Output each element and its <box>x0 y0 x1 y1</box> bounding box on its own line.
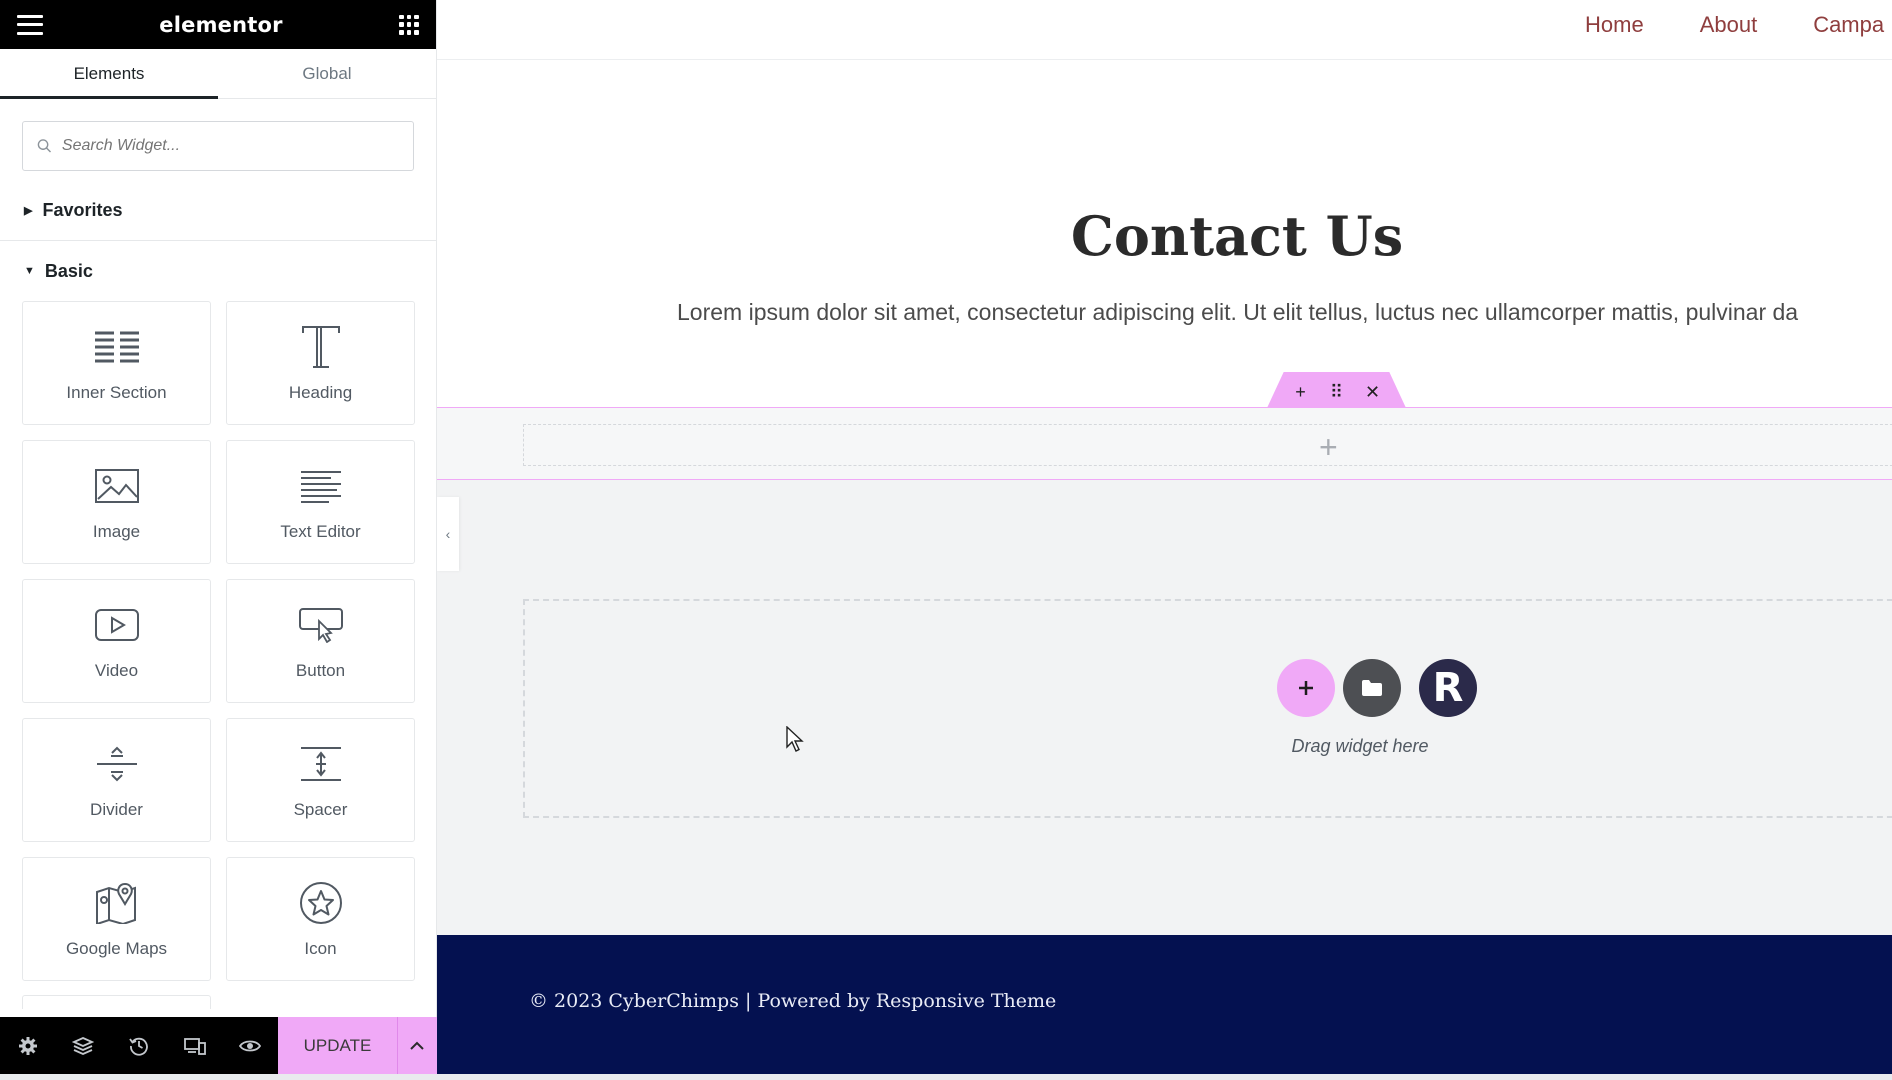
widget-google-maps[interactable]: Google Maps <box>22 857 211 981</box>
widget-icon[interactable]: Icon <box>226 857 415 981</box>
add-widget-plus-icon[interactable]: + <box>1319 429 1338 466</box>
widget-label: Inner Section <box>66 383 167 402</box>
mouse-cursor-icon <box>786 726 804 752</box>
widget-label: Spacer <box>293 800 348 819</box>
folder-icon <box>1362 680 1382 696</box>
update-options-button[interactable] <box>396 1017 437 1074</box>
collapse-panel-button[interactable]: ‹ <box>437 497 459 571</box>
footer-copyright: © 2023 CyberChimps | Powered by Responsi… <box>529 990 1057 1012</box>
widget-label: Icon <box>304 939 337 958</box>
tab-global[interactable]: Global <box>218 49 436 98</box>
drop-zone-buttons: R <box>1277 659 1477 717</box>
widget-divider[interactable]: Divider <box>22 718 211 842</box>
elementor-panel: elementor Elements Global ▶ Favorites ▼ … <box>0 0 437 1080</box>
text-editor-icon <box>297 462 345 510</box>
caret-right-icon: ▶ <box>24 205 33 217</box>
elementor-logo: elementor <box>159 12 283 37</box>
preview-canvas: Home About Campa Contact Us Lorem ipsum … <box>437 0 1892 1074</box>
widget-label: Text Editor <box>280 522 361 541</box>
widget-label: Image <box>92 522 141 541</box>
divider-icon <box>93 740 141 788</box>
widget-button[interactable]: Button <box>226 579 415 703</box>
chevron-up-icon <box>410 1041 425 1050</box>
chevron-left-icon: ‹ <box>445 526 451 542</box>
bottom-strip <box>0 1074 1892 1080</box>
widget-grid: Inner Section Heading Image Text Editor <box>0 301 436 981</box>
search-icon <box>37 139 52 153</box>
add-section-icon[interactable]: + <box>1290 383 1312 401</box>
responsive-addons-button[interactable]: R <box>1419 659 1477 717</box>
site-header: Home About Campa <box>437 0 1892 60</box>
widget-image[interactable]: Image <box>22 440 211 564</box>
search-widget-input[interactable] <box>61 137 399 155</box>
nav-link-campaign[interactable]: Campa <box>1813 12 1884 38</box>
section-handle: + ⠿ ✕ <box>1267 372 1406 408</box>
drop-zone-text: Drag widget here <box>1291 736 1429 756</box>
drop-zone[interactable]: R Drag widget here <box>523 599 1892 818</box>
drag-handle-icon[interactable]: ⠿ <box>1326 383 1348 401</box>
nav-link-home[interactable]: Home <box>1585 12 1644 38</box>
preview-eye-icon[interactable] <box>222 1017 278 1074</box>
category-basic-label: Basic <box>44 260 93 281</box>
empty-section[interactable]: + <box>437 407 1892 480</box>
widget-partial <box>22 995 211 1009</box>
history-icon[interactable] <box>111 1017 167 1074</box>
menu-hamburger-icon[interactable] <box>17 14 43 35</box>
navigator-layers-icon[interactable] <box>56 1017 112 1074</box>
responsive-mode-icon[interactable] <box>167 1017 223 1074</box>
site-nav: Home About Campa <box>1585 12 1884 38</box>
widgets-grid-icon[interactable] <box>398 14 419 35</box>
image-icon <box>93 462 141 510</box>
widget-video[interactable]: Video <box>22 579 211 703</box>
update-button[interactable]: UPDATE <box>277 1017 397 1074</box>
add-template-button[interactable] <box>1343 659 1401 717</box>
panel-footer: UPDATE <box>0 1017 437 1074</box>
search-widget-box <box>22 121 414 171</box>
heading-icon <box>297 323 345 371</box>
empty-column[interactable]: + <box>523 424 1892 466</box>
inner-section-icon <box>93 323 141 371</box>
button-icon <box>297 601 345 649</box>
widget-heading[interactable]: Heading <box>226 301 415 425</box>
widget-spacer[interactable]: Spacer <box>226 718 415 842</box>
panel-header: elementor <box>0 0 436 49</box>
tab-elements[interactable]: Elements <box>0 49 218 99</box>
category-favorites-label: Favorites <box>42 200 123 220</box>
video-icon <box>93 601 141 649</box>
page-title: Contact Us <box>1070 204 1404 268</box>
widget-label: Video <box>94 661 139 680</box>
panel-tabs: Elements Global <box>0 49 436 99</box>
widget-label: Button <box>295 661 346 680</box>
plus-icon <box>1299 681 1313 695</box>
star-icon <box>297 879 345 927</box>
close-icon[interactable]: ✕ <box>1362 383 1384 401</box>
intro-paragraph: Lorem ipsum dolor sit amet, consectetur … <box>677 299 1799 325</box>
widget-label: Google Maps <box>65 939 168 958</box>
widget-label: Heading <box>288 383 353 402</box>
nav-link-about[interactable]: About <box>1700 12 1758 38</box>
widget-text-editor[interactable]: Text Editor <box>226 440 415 564</box>
site-footer: © 2023 CyberChimps | Powered by Responsi… <box>437 935 1892 1074</box>
settings-icon[interactable] <box>0 1017 56 1074</box>
spacer-icon <box>297 740 345 788</box>
google-maps-icon <box>93 879 141 927</box>
contact-section[interactable]: Contact Us Lorem ipsum dolor sit amet, c… <box>437 60 1892 407</box>
category-favorites[interactable]: ▶ Favorites <box>0 181 436 241</box>
widget-label: Divider <box>90 800 143 819</box>
caret-down-icon: ▼ <box>24 265 35 277</box>
add-new-section-button[interactable] <box>1277 659 1335 717</box>
widget-inner-section[interactable]: Inner Section <box>22 301 211 425</box>
category-basic[interactable]: ▼ Basic <box>0 241 436 301</box>
